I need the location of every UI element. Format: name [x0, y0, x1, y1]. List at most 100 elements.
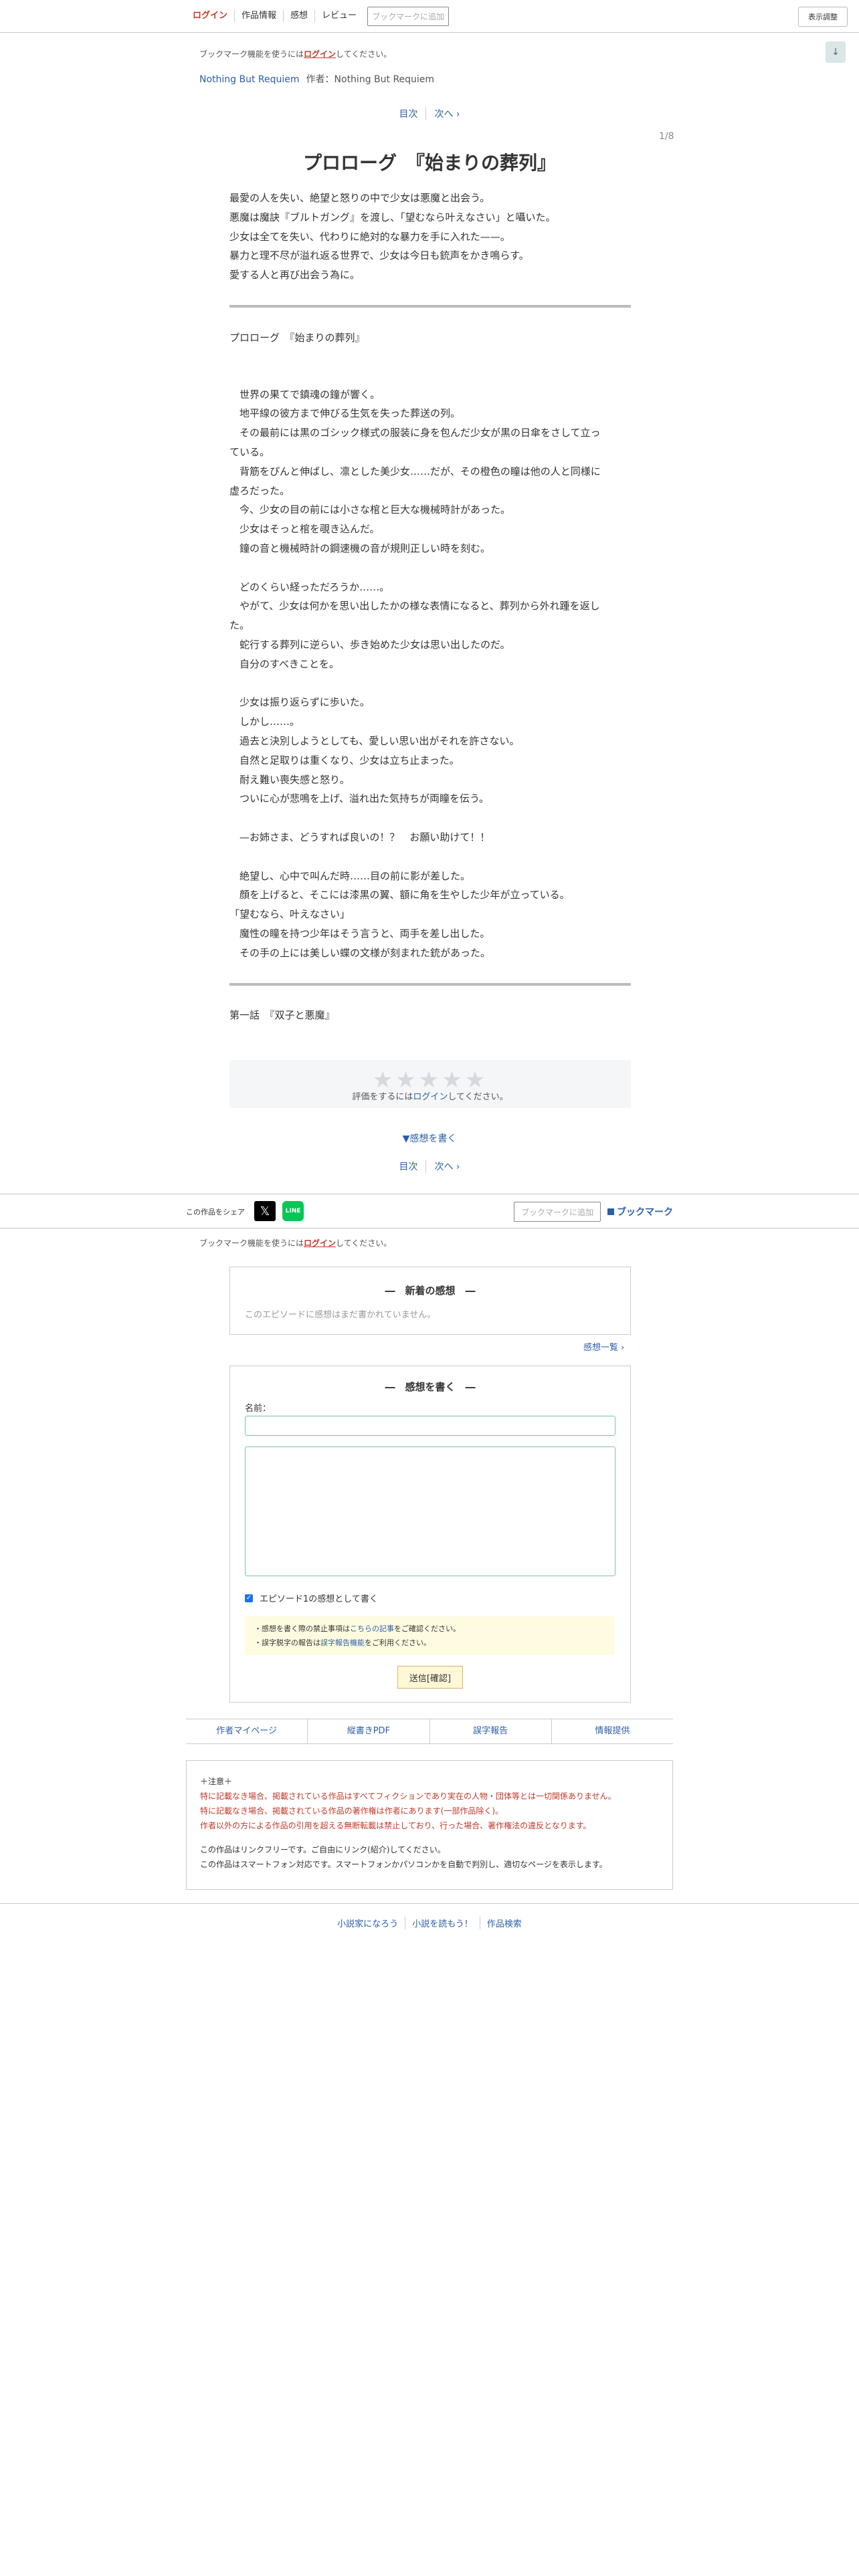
impressions-link[interactable]: 感想	[284, 10, 316, 22]
rules-article-link[interactable]: こちらの記事	[350, 1624, 394, 1633]
body-line: ている。	[229, 445, 270, 458]
body-line: 今、少女の目の前には小さな棺と巨大な機械時計があった。	[229, 504, 511, 516]
body-line	[229, 847, 631, 867]
author-label: 作者：	[306, 74, 335, 85]
body-line: やがて、少女は何かを思い出したかの様な表情になると、葬列から外れ踵を返し	[229, 600, 600, 613]
header-bookmark-add-button[interactable]: ブックマークに追加	[367, 6, 450, 26]
site-header: ログイン 作品情報 感想 レビュー ブックマークに追加 表示調整	[0, 0, 859, 33]
next-episode-title[interactable]: 第一話 『双子と悪魔』	[229, 1008, 335, 1022]
narou-link[interactable]: 小説家になろう	[330, 1917, 405, 1929]
body-line: 少女は振り返らずに歩いた。	[229, 696, 370, 709]
form-note-typo: ・誤字脱字の報告は誤字報告機能をご利用ください。	[254, 1637, 431, 1648]
body-line: —お姉さま、どうすれば良いの！？ お願い助けて！！	[229, 831, 490, 843]
episode-pager-top: 目次 次へ ›	[0, 107, 859, 120]
name-input[interactable]	[245, 1416, 615, 1436]
body-line: 過去と決別しようとしても、愛しい思い出がそれを許さない。	[229, 734, 520, 747]
caution-red-1: 特に記載なき場合、掲載されている作品はすべてフィクションであり実在の人物・団体等…	[200, 1792, 616, 1801]
impressions-list-link[interactable]: 感想一覧 ›	[583, 1340, 624, 1353]
preface-divider	[229, 305, 631, 308]
rating-message-text-end: してください。	[448, 1092, 508, 1102]
body-line: その手の上には美しい蝶の文様が刻まれた銃があった。	[229, 946, 491, 959]
body-line: 魔性の瞳を持つ少年はそう言うと、両手を差し出した。	[229, 927, 490, 940]
caution-head: ＋注意＋	[200, 1777, 233, 1786]
reviews-link[interactable]: レビュー	[315, 10, 363, 22]
checkbox-checked-icon[interactable]: ✓	[245, 1594, 253, 1602]
scroll-down-button[interactable]: ↓	[826, 41, 846, 63]
yomou-link[interactable]: 小説を読もう！	[405, 1917, 480, 1929]
line-share-icon[interactable]: LINE	[282, 1201, 304, 1221]
rating-login-link[interactable]: ログイン	[413, 1092, 448, 1102]
body-line	[229, 366, 631, 385]
bookmark-notice-text-end: してください。	[336, 49, 392, 59]
body-line: 顔を上げると、そこには漆黒の翼、額に角を生やした少年が立っている。	[229, 889, 570, 901]
bookmark-notice: ブックマーク機能を使うにはログインしてください。	[199, 48, 391, 60]
body-line: 自然と足取りは重くなり、少女は立ち止まった。	[229, 754, 460, 766]
caution-box: ＋注意＋ 特に記載なき場合、掲載されている作品はすべてフィクションであり実在の人…	[186, 1760, 673, 1890]
body-line: 「望むなら、叶えなさい」	[229, 908, 351, 921]
typo-report-feature-link[interactable]: 誤字報告機能	[320, 1638, 365, 1647]
episode-checkbox-row[interactable]: ✓ エピソード1の感想として書く	[245, 1592, 378, 1604]
typo-report-link[interactable]: 誤字報告	[430, 1719, 552, 1743]
page-number: 1/8	[659, 131, 674, 142]
share-bookmark-add-button[interactable]: ブックマークに追加	[514, 1202, 601, 1222]
display-settings-button[interactable]: 表示調整	[798, 7, 848, 27]
preface-line: 最愛の人を失い、絶望と怒りの中で少女は悪魔と出会う。	[229, 192, 490, 204]
latest-impressions-box: ― 新着の感想 ― このエピソードに感想はまだ書かれていません。	[229, 1267, 631, 1335]
caution-smartphone: この作品はスマートフォン対応です。スマートフォンかパソコンかを自動で判別し、適切…	[200, 1860, 607, 1869]
body-line: 地平線の彼方まで伸びる生気を失った葬送の列。	[229, 407, 461, 420]
work-info-line: Nothing But Requiem 作者：Nothing But Requie…	[199, 72, 434, 86]
submit-button[interactable]: 送信[確認]	[397, 1666, 463, 1689]
checkbox-label: エピソード1の感想として書く	[260, 1594, 378, 1604]
body-line	[229, 346, 631, 366]
x-share-icon[interactable]: 𝕏	[254, 1201, 276, 1221]
rating-message: 評価をするにはログインしてください。	[229, 1089, 631, 1102]
latest-impressions-title: ― 新着の感想 ―	[385, 1285, 476, 1297]
write-impression-toggle[interactable]: ▼感想を書く	[0, 1132, 859, 1145]
body-line: 自分のすべきことを。	[229, 657, 339, 670]
form-note-rules: ・感想を書く際の禁止事項はこちらの記事をご確認ください。	[254, 1623, 460, 1634]
share-bar: この作品をシェア 𝕏 LINE ブックマークに追加 ブックマーク	[0, 1194, 859, 1228]
body-line: 絶望し、心中で叫んだ時……目の前に影が差した。	[229, 869, 471, 882]
work-info-link[interactable]: 作品情報	[235, 10, 284, 22]
body-line: 背筋をぴんと伸ばし、凛とした美少女……だが、その橙色の瞳は他の人と同様に	[229, 465, 601, 477]
toc-link[interactable]: 目次	[391, 107, 425, 120]
info-provide-link[interactable]: 情報提供	[552, 1719, 673, 1743]
form-notes: ・感想を書く際の禁止事項はこちらの記事をご確認ください。 ・誤字脱字の報告は誤字…	[245, 1616, 614, 1655]
bookmark-notice-2-text: ブックマーク機能を使うには	[199, 1239, 304, 1248]
next-link[interactable]: 次へ ›	[425, 107, 468, 120]
bookmark-icon	[607, 1208, 614, 1215]
search-link[interactable]: 作品検索	[479, 1917, 529, 1929]
next-link-bottom[interactable]: 次へ ›	[425, 1160, 468, 1173]
form-note-rules-text-end: をご確認ください。	[394, 1624, 460, 1633]
body-line: 蛇行する葬列に逆らい、歩き始めた少女は思い出したのだ。	[229, 638, 510, 651]
body-line: 少女はそっと棺を覗き込んだ。	[229, 523, 380, 536]
bookmark-notice-2-text-end: してください。	[336, 1239, 392, 1248]
impression-textarea[interactable]	[245, 1446, 615, 1576]
body-line: 虚ろだった。	[229, 484, 290, 497]
bookmark-notice-2-login-link[interactable]: ログイン	[304, 1239, 336, 1248]
bookmark-button[interactable]: ブックマーク	[607, 1205, 673, 1218]
body-line: ついに心が悲鳴を上げ、溢れ出た気持ちが両瞳を伝う。	[229, 792, 490, 805]
caution-red-3: 作者以外の方による作品の引用を超える無断転載は禁止しており、行った場合、著作権法…	[200, 1821, 591, 1830]
author-mypage-link[interactable]: 作者マイページ	[186, 1719, 308, 1743]
body-line	[229, 558, 631, 578]
name-label: 名前：	[245, 1404, 272, 1414]
body-line: 耐え難い喪失感と怒り。	[229, 773, 350, 786]
episode-body: 世界の果てで鎮魂の鐘が響く。 地平線の彼方まで伸びる生気を失った葬送の列。 その…	[229, 346, 631, 963]
bottom-divider	[0, 1903, 859, 1904]
episode-pager-bottom: 目次 次へ ›	[0, 1160, 859, 1173]
body-divider	[229, 983, 631, 986]
bookmark-label: ブックマーク	[617, 1207, 673, 1218]
vertical-pdf-link[interactable]: 縦書きPDF	[308, 1719, 430, 1743]
rating-message-text: 評価をするには	[352, 1092, 413, 1102]
latest-impressions-empty: このエピソードに感想はまだ書かれていません。	[245, 1310, 436, 1320]
body-line	[229, 809, 631, 828]
episode-subtitle: プロローグ 『始まりの葬列』	[229, 332, 365, 344]
bottom-nav: 小説家になろう 小説を読もう！ 作品検索	[0, 1917, 859, 1929]
form-note-rules-text: ・感想を書く際の禁止事項は	[254, 1624, 350, 1633]
preface-line: 愛する人と再び出会う為に。	[229, 269, 361, 282]
login-link[interactable]: ログイン	[186, 10, 235, 22]
toc-link-bottom[interactable]: 目次	[391, 1160, 425, 1173]
work-title-link[interactable]: Nothing But Requiem	[199, 74, 300, 85]
bookmark-notice-login-link[interactable]: ログイン	[304, 49, 336, 59]
